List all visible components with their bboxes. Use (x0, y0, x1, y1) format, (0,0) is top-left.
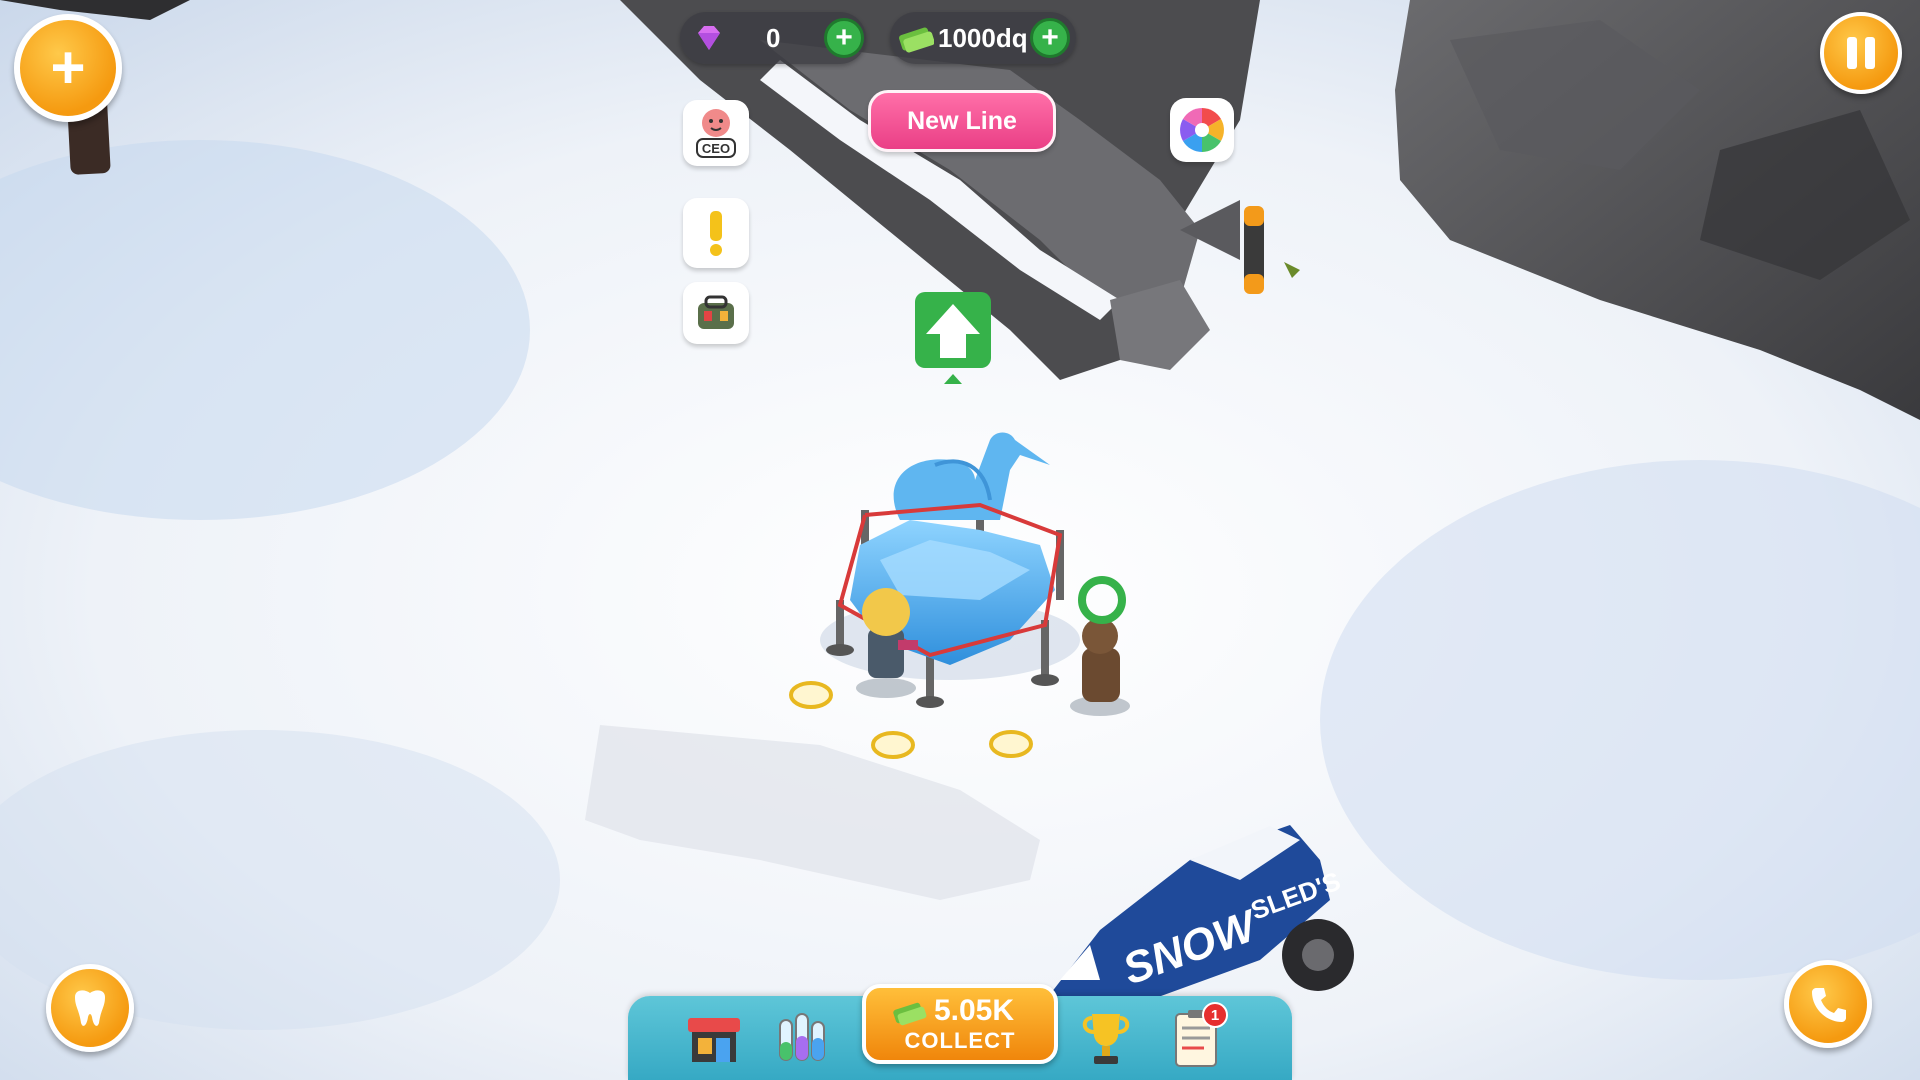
trophy-icon (1082, 1014, 1130, 1064)
build-add-button[interactable]: + (14, 14, 122, 122)
collect-label: COLLECT (904, 1028, 1016, 1053)
shop-stand-icon (688, 1018, 740, 1062)
color-wheel-button[interactable] (1170, 98, 1234, 162)
test-tubes-icon (779, 1013, 825, 1061)
trophy-tab[interactable] (1068, 1002, 1144, 1074)
gems-value: 0 (766, 22, 781, 53)
gem-icon (694, 23, 724, 53)
add-cash-button[interactable]: + (1030, 18, 1070, 58)
alert-button[interactable] (683, 198, 749, 268)
plus-icon: + (50, 34, 86, 101)
tasks-tab[interactable]: 1 (1158, 1002, 1234, 1074)
phone-button[interactable] (1784, 960, 1872, 1048)
ceo-button[interactable]: CEO (683, 100, 749, 166)
cash-value: 1000dq (938, 22, 1028, 53)
research-tab[interactable] (764, 1002, 840, 1074)
new-line-button[interactable]: New Line (868, 90, 1056, 152)
cash-counter: 1000dq + (890, 12, 1076, 64)
collect-button[interactable]: 5.05K COLLECT (862, 984, 1058, 1064)
tooth-button[interactable] (46, 964, 134, 1052)
gems-counter: 0 + (680, 12, 866, 64)
collect-cash-icon (892, 1000, 928, 1031)
tasks-badge: 1 (1202, 1002, 1228, 1028)
pause-icon (1847, 37, 1875, 69)
phone-icon (1812, 988, 1846, 1022)
ceo-icon: CEO (696, 109, 736, 158)
shop-tab[interactable] (676, 1002, 752, 1074)
pause-button[interactable] (1820, 12, 1902, 94)
shop-bag-button[interactable] (683, 282, 749, 344)
game-scene: SNOW SLED'S (0, 0, 1920, 1080)
tooth-icon (75, 990, 105, 1026)
cash-icon (898, 23, 935, 53)
svg-text:CEO: CEO (702, 141, 730, 156)
color-wheel-icon (1180, 108, 1224, 152)
exclamation-icon (710, 211, 722, 256)
backpack-icon (698, 295, 734, 329)
add-gems-button[interactable]: + (824, 18, 864, 58)
